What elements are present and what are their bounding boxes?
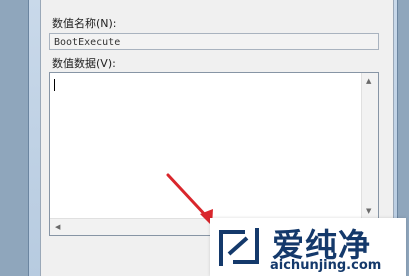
brand-url: aichunjing.com (270, 258, 382, 273)
watermark: 爱纯净 aichunjing.com (210, 218, 406, 276)
value-name-field[interactable]: BootExecute (49, 33, 379, 50)
scroll-down-arrow-icon[interactable]: ▼ (366, 207, 371, 215)
scroll-up-arrow-icon[interactable]: ▲ (366, 77, 371, 85)
value-name-label: 数值名称(N): (52, 17, 117, 30)
vertical-scrollbar[interactable]: ▲ ▼ (361, 73, 378, 219)
text-caret (54, 79, 55, 91)
scroll-left-arrow-icon[interactable]: ◀ (55, 223, 60, 231)
value-data-textarea[interactable]: ▲ ▼ ◀ (49, 72, 379, 236)
value-data-label: 数值数据(V): (52, 57, 116, 70)
aichunjing-logo-icon (219, 228, 259, 266)
